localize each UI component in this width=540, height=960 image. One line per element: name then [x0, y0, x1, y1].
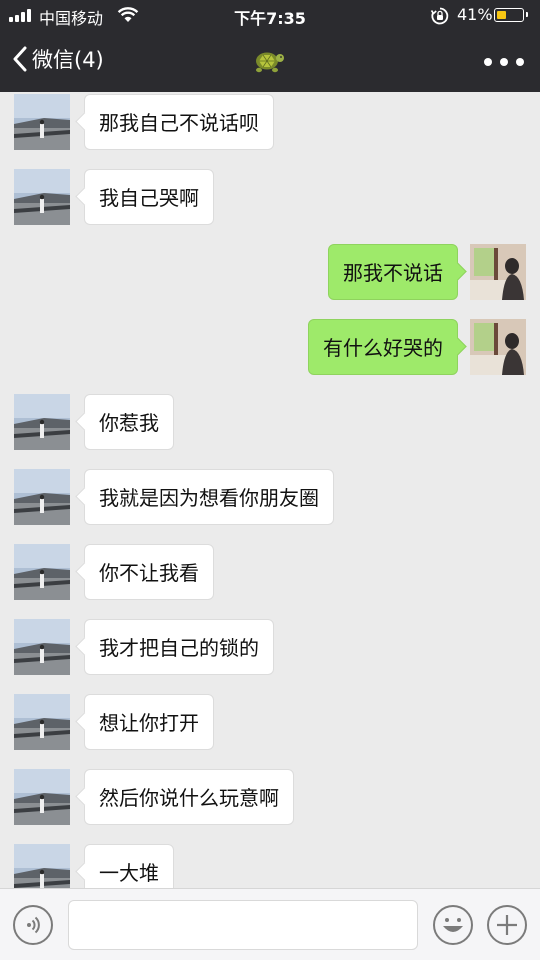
chevron-left-icon	[13, 46, 27, 72]
received-message-bubble[interactable]: 你不让我看	[84, 544, 214, 600]
received-message-bubble[interactable]: 那我自己不说话呗	[84, 94, 274, 150]
chat-area[interactable]: 那我自己不说话呗 我自己哭啊那我不说话有什么好哭的你惹我我就是因为想看你朋友圈 你不…	[0, 92, 540, 888]
message-row: 你惹我	[0, 390, 540, 450]
contact-avatar[interactable]	[14, 844, 70, 888]
contact-avatar[interactable]	[14, 169, 70, 225]
received-message-bubble[interactable]: 你惹我	[84, 394, 174, 450]
contact-avatar[interactable]	[14, 94, 70, 150]
contact-avatar[interactable]	[14, 469, 70, 525]
message-row: 一大堆	[0, 840, 540, 888]
status-bar: 中国移动 下午7:35 41%	[0, 0, 540, 32]
message-row: 我才把自己的锁的	[0, 615, 540, 675]
received-message-bubble[interactable]: 我才把自己的锁的	[84, 619, 274, 675]
message-row: 那我自己不说话呗	[0, 92, 540, 150]
battery-percent: 41%	[457, 5, 493, 24]
sent-message-bubble[interactable]: 那我不说话	[328, 244, 458, 300]
message-row: 我自己哭啊	[0, 165, 540, 225]
contact-avatar[interactable]	[14, 544, 70, 600]
received-message-bubble[interactable]: 一大堆	[84, 844, 174, 888]
message-input[interactable]	[68, 900, 418, 950]
battery-level-fill	[497, 11, 506, 19]
more-button[interactable]	[484, 48, 524, 76]
voice-icon	[27, 916, 40, 934]
emoji-icon[interactable]	[432, 904, 474, 946]
received-message-bubble[interactable]: 想让你打开	[84, 694, 214, 750]
message-row: 我就是因为想看你朋友圈	[0, 465, 540, 525]
chat-header: 微信(4)	[0, 32, 540, 92]
my-avatar[interactable]	[470, 319, 526, 375]
message-row: 然后你说什么玩意啊	[0, 765, 540, 825]
battery-icon	[494, 8, 528, 22]
my-avatar[interactable]	[470, 244, 526, 300]
voice-button[interactable]	[13, 905, 53, 945]
plus-icon[interactable]	[486, 904, 528, 946]
orientation-lock-icon	[430, 7, 449, 25]
message-row: 你不让我看	[0, 540, 540, 600]
contact-avatar[interactable]	[14, 694, 70, 750]
message-row: 想让你打开	[0, 690, 540, 750]
contact-avatar[interactable]	[14, 394, 70, 450]
received-message-bubble[interactable]: 然后你说什么玩意啊	[84, 769, 294, 825]
more-dots-icon	[484, 58, 492, 66]
received-message-bubble[interactable]: 我自己哭啊	[84, 169, 214, 225]
back-button[interactable]: 微信(4)	[12, 44, 104, 74]
message-row: 那我不说话	[0, 240, 540, 300]
contact-avatar[interactable]	[14, 619, 70, 675]
turtle-icon	[256, 52, 284, 73]
top-bar: 中国移动 下午7:35 41% 微信(4)	[0, 0, 540, 92]
sent-message-bubble[interactable]: 有什么好哭的	[308, 319, 458, 375]
message-row: 有什么好哭的	[0, 315, 540, 375]
contact-avatar[interactable]	[14, 769, 70, 825]
input-bar	[0, 888, 540, 960]
received-message-bubble[interactable]: 我就是因为想看你朋友圈	[84, 469, 334, 525]
back-label: 微信(4)	[32, 48, 104, 72]
